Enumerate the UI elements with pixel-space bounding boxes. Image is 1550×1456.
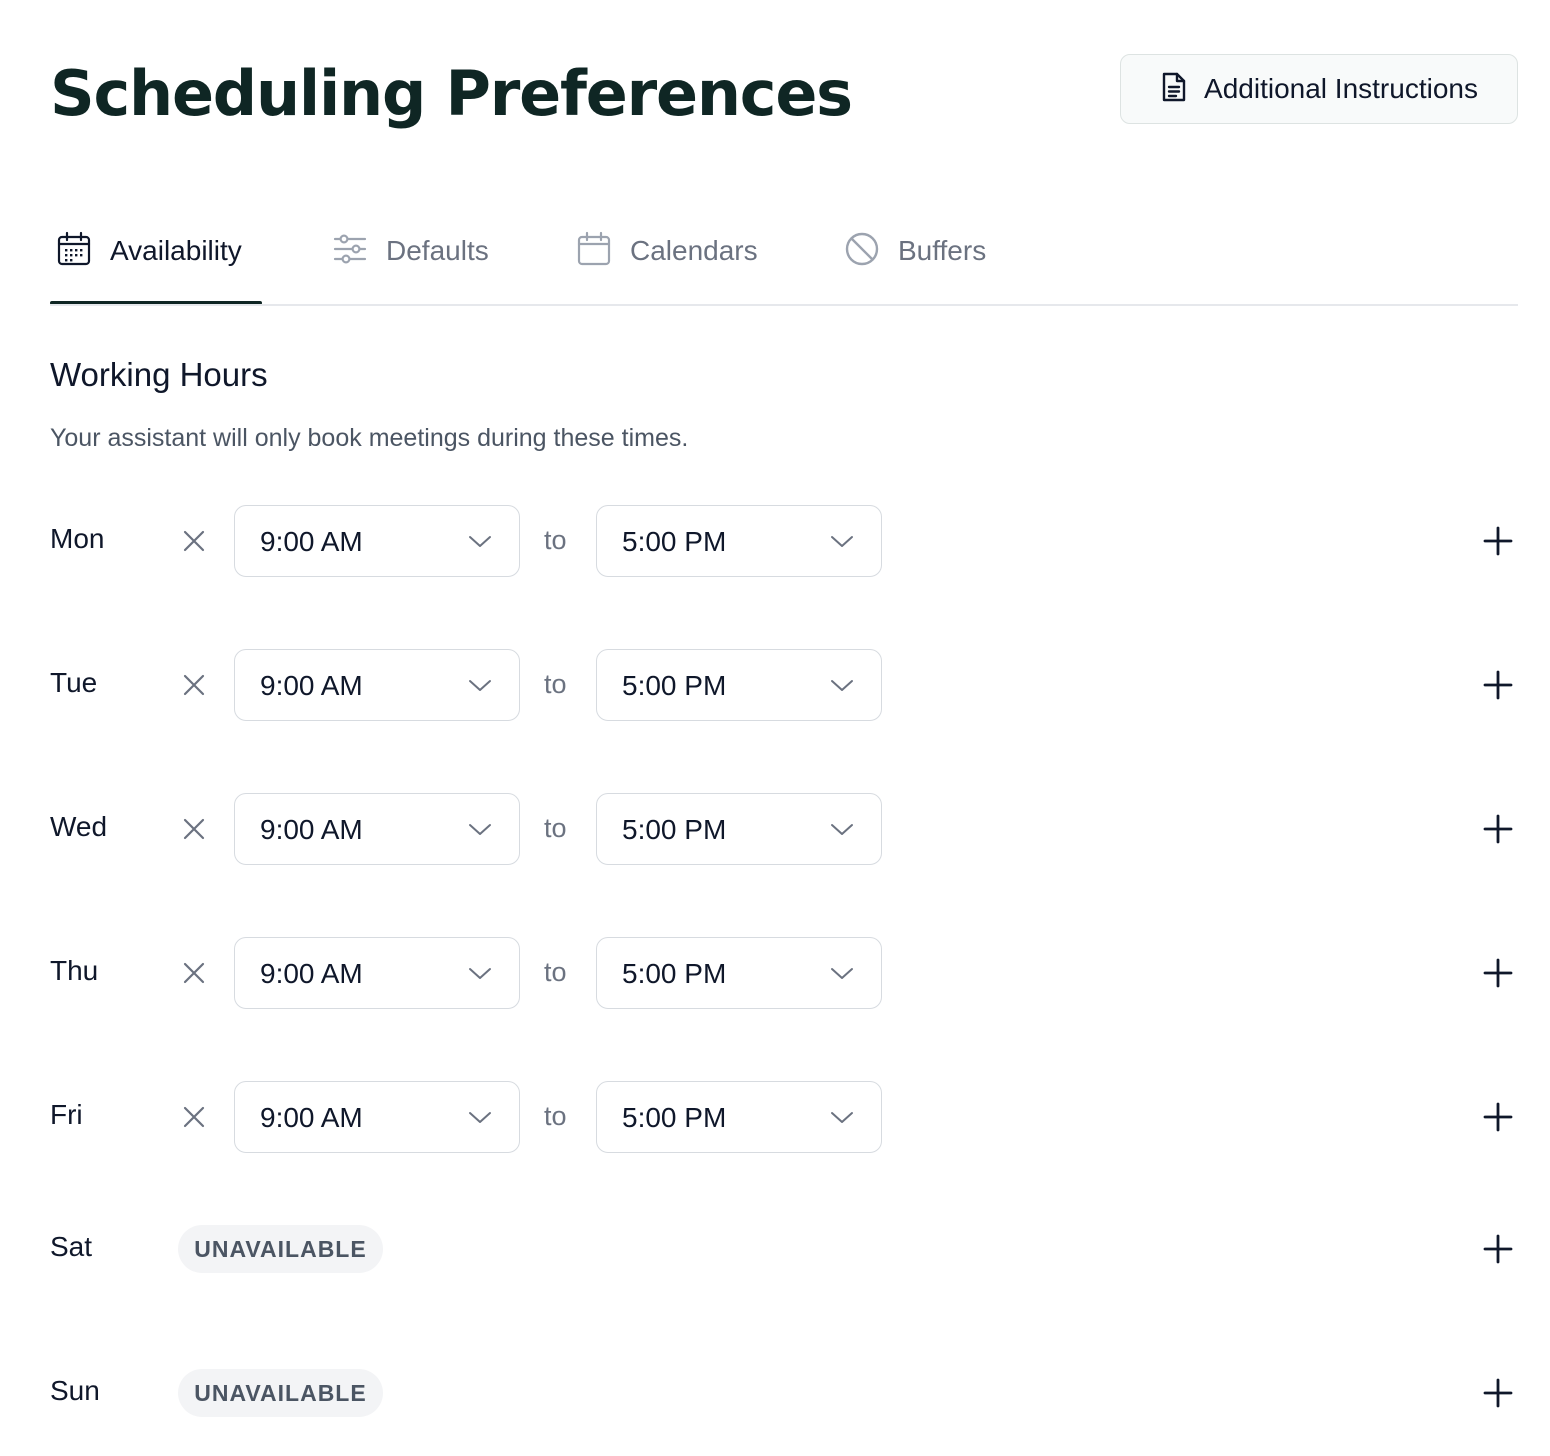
day-row-fri: Fri 9:00 AM to 5:00 PM	[50, 1081, 1518, 1153]
day-label: Tue	[50, 667, 98, 698]
unavailable-badge: UNAVAILABLE	[178, 1225, 383, 1273]
close-icon	[183, 530, 205, 552]
chevron-down-icon	[469, 680, 491, 691]
end-time-value: 5:00 PM	[622, 814, 727, 845]
day-row-tue: Tue 9:00 AM to 5:00 PM	[50, 649, 1518, 721]
start-time-value: 9:00 AM	[260, 958, 363, 989]
day-row-mon: Mon 9:00 AM to 5:00 PM	[50, 505, 1518, 577]
tab-divider	[50, 304, 1518, 306]
end-time-select[interactable]: 5:00 PM	[596, 793, 882, 865]
add-hours-button[interactable]	[1478, 809, 1518, 849]
tab-buffers-label: Buffers	[898, 235, 987, 266]
start-time-select[interactable]: 9:00 AM	[234, 505, 520, 577]
start-time-value: 9:00 AM	[260, 670, 363, 701]
remove-hours-button[interactable]	[176, 955, 212, 991]
calendar-icon	[576, 231, 612, 272]
page-header: Scheduling Preferences Additional Instru…	[50, 54, 1518, 134]
remove-hours-button[interactable]	[176, 1099, 212, 1135]
chevron-down-icon	[469, 1112, 491, 1123]
start-time-select[interactable]: 9:00 AM	[234, 649, 520, 721]
working-hours-title: Working Hours	[50, 356, 268, 393]
end-time-select[interactable]: 5:00 PM	[596, 937, 882, 1009]
day-row-sat: Sat UNAVAILABLE	[50, 1213, 1518, 1285]
remove-hours-button[interactable]	[176, 667, 212, 703]
start-time-value: 9:00 AM	[260, 1102, 363, 1133]
chevron-down-icon	[831, 824, 853, 835]
day-label: Sat	[50, 1231, 93, 1262]
plus-icon	[1483, 958, 1513, 988]
day-label: Sun	[50, 1375, 100, 1406]
tab-buffers[interactable]: Buffers	[844, 226, 986, 276]
close-icon	[183, 818, 205, 840]
chevron-down-icon	[831, 1112, 853, 1123]
sliders-icon	[332, 231, 368, 272]
remove-hours-button[interactable]	[176, 523, 212, 559]
tab-calendars[interactable]: Calendars	[576, 226, 758, 276]
tab-defaults[interactable]: Defaults	[332, 226, 489, 276]
plus-icon	[1483, 1102, 1513, 1132]
unavailable-badge: UNAVAILABLE	[178, 1369, 383, 1417]
chevron-down-icon	[831, 968, 853, 979]
plus-icon	[1483, 1234, 1513, 1264]
plus-icon	[1483, 814, 1513, 844]
document-icon	[1160, 71, 1188, 108]
day-label: Wed	[50, 811, 108, 842]
day-row-thu: Thu 9:00 AM to 5:00 PM	[50, 937, 1518, 1009]
tab-availability[interactable]: Availability	[56, 226, 242, 276]
add-hours-button[interactable]	[1478, 521, 1518, 561]
chevron-down-icon	[831, 680, 853, 691]
working-hours-description: Your assistant will only book meetings d…	[50, 424, 689, 452]
start-time-value: 9:00 AM	[260, 814, 363, 845]
close-icon	[183, 962, 205, 984]
start-time-select[interactable]: 9:00 AM	[234, 793, 520, 865]
start-time-select[interactable]: 9:00 AM	[234, 1081, 520, 1153]
day-label: Thu	[50, 955, 99, 986]
to-label: to	[544, 669, 567, 699]
add-hours-button[interactable]	[1478, 665, 1518, 705]
end-time-value: 5:00 PM	[622, 958, 727, 989]
close-icon	[183, 674, 205, 696]
plus-icon	[1483, 526, 1513, 556]
additional-instructions-button[interactable]: Additional Instructions	[1120, 54, 1518, 124]
to-label: to	[544, 1101, 567, 1131]
start-time-select[interactable]: 9:00 AM	[234, 937, 520, 1009]
chevron-down-icon	[469, 968, 491, 979]
end-time-value: 5:00 PM	[622, 1102, 727, 1133]
day-row-sun: Sun UNAVAILABLE	[50, 1357, 1518, 1429]
scheduling-preferences-page: Scheduling Preferences Additional Instru…	[50, 0, 1518, 1456]
add-hours-button[interactable]	[1478, 953, 1518, 993]
tab-availability-label: Availability	[110, 235, 242, 266]
calendar-grid-icon	[56, 231, 92, 272]
add-hours-button[interactable]	[1478, 1097, 1518, 1137]
day-label: Mon	[50, 523, 105, 554]
chevron-down-icon	[469, 536, 491, 547]
end-time-select[interactable]: 5:00 PM	[596, 649, 882, 721]
to-label: to	[544, 813, 567, 843]
day-row-wed: Wed 9:00 AM to 5:00 PM	[50, 793, 1518, 865]
chevron-down-icon	[831, 536, 853, 547]
page-title: Scheduling Preferences	[50, 57, 853, 130]
to-label: to	[544, 957, 567, 987]
add-hours-button[interactable]	[1478, 1373, 1518, 1413]
close-icon	[183, 1106, 205, 1128]
ban-icon	[844, 231, 880, 272]
tab-defaults-label: Defaults	[386, 235, 489, 266]
day-label: Fri	[50, 1099, 83, 1130]
tab-calendars-label: Calendars	[630, 235, 758, 266]
start-time-value: 9:00 AM	[260, 526, 363, 557]
tab-bar: Availability Defaults Calendars Buffers	[50, 196, 1518, 306]
add-hours-button[interactable]	[1478, 1229, 1518, 1269]
plus-icon	[1483, 1378, 1513, 1408]
end-time-select[interactable]: 5:00 PM	[596, 1081, 882, 1153]
to-label: to	[544, 525, 567, 555]
end-time-select[interactable]: 5:00 PM	[596, 505, 882, 577]
end-time-value: 5:00 PM	[622, 670, 727, 701]
additional-instructions-label: Additional Instructions	[1204, 73, 1478, 104]
chevron-down-icon	[469, 824, 491, 835]
end-time-value: 5:00 PM	[622, 526, 727, 557]
remove-hours-button[interactable]	[176, 811, 212, 847]
plus-icon	[1483, 670, 1513, 700]
